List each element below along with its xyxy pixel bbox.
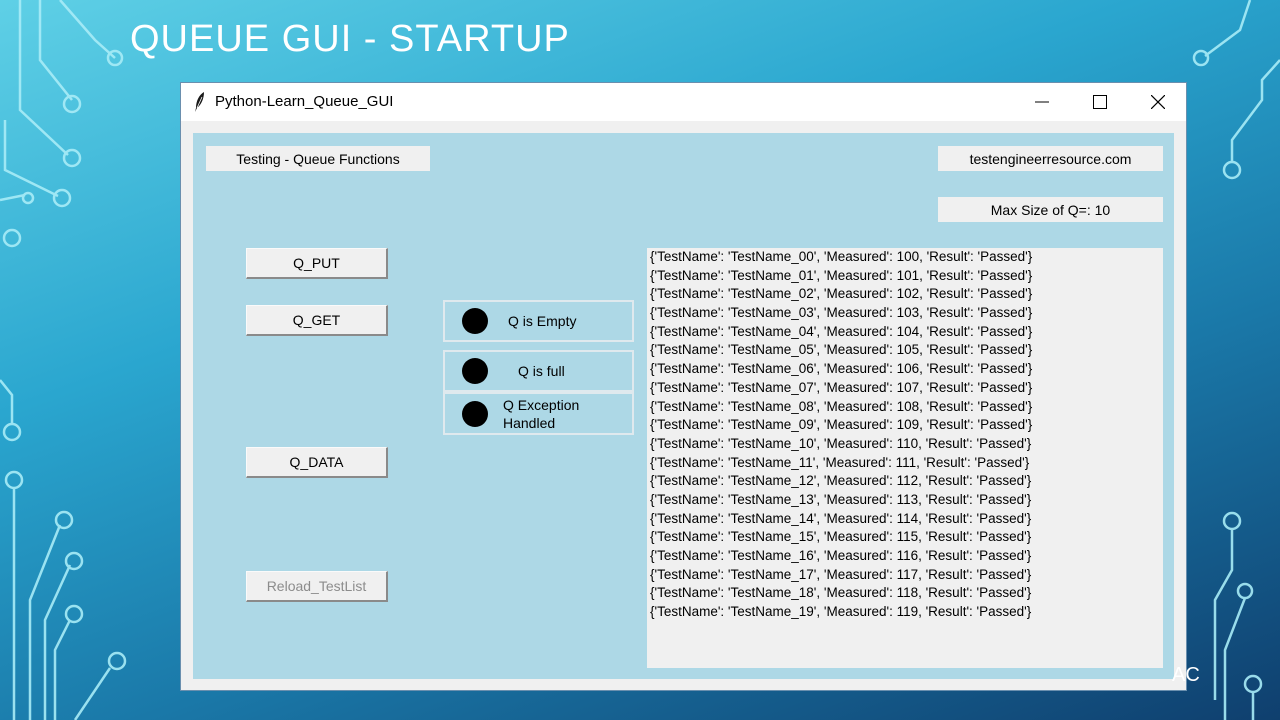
indicator-light	[462, 401, 488, 427]
queue-exception-line2: Handled	[503, 415, 556, 431]
queue-empty-indicator: Q is Empty	[443, 300, 634, 342]
queue-full-label: Q is full	[518, 363, 565, 379]
list-item[interactable]: {'TestName': 'TestName_03', 'Measured': …	[647, 304, 1163, 323]
list-item[interactable]: {'TestName': 'TestName_16', 'Measured': …	[647, 547, 1163, 566]
indicator-light	[462, 358, 488, 384]
list-item[interactable]: {'TestName': 'TestName_01', 'Measured': …	[647, 267, 1163, 286]
queue-exception-indicator: Q Exception Handled	[443, 392, 634, 435]
slide-title: QUEUE GUI - STARTUP	[130, 18, 570, 60]
queue-full-indicator: Q is full	[443, 350, 634, 392]
max-size-label: Max Size of Q=: 10	[938, 197, 1163, 222]
list-item[interactable]: {'TestName': 'TestName_15', 'Measured': …	[647, 528, 1163, 547]
q-put-button[interactable]: Q_PUT	[246, 248, 388, 279]
list-item[interactable]: {'TestName': 'TestName_06', 'Measured': …	[647, 360, 1163, 379]
list-item[interactable]: {'TestName': 'TestName_10', 'Measured': …	[647, 435, 1163, 454]
indicator-light	[462, 308, 488, 334]
reload-testlist-button[interactable]: Reload_TestList	[246, 571, 388, 602]
list-item[interactable]: {'TestName': 'TestName_05', 'Measured': …	[647, 341, 1163, 360]
list-item[interactable]: {'TestName': 'TestName_12', 'Measured': …	[647, 472, 1163, 491]
queue-exception-label: Q Exception Handled	[503, 396, 579, 432]
website-label: testengineerresource.com	[938, 146, 1163, 171]
test-data-listbox[interactable]: {'TestName': 'TestName_00', 'Measured': …	[647, 248, 1163, 668]
maximize-button[interactable]	[1071, 83, 1129, 121]
list-item[interactable]: {'TestName': 'TestName_09', 'Measured': …	[647, 416, 1163, 435]
queue-exception-line1: Q Exception	[503, 397, 580, 413]
list-item[interactable]: {'TestName': 'TestName_17', 'Measured': …	[647, 566, 1163, 585]
feather-icon	[195, 92, 204, 112]
list-item[interactable]: {'TestName': 'TestName_07', 'Measured': …	[647, 379, 1163, 398]
list-item[interactable]: {'TestName': 'TestName_04', 'Measured': …	[647, 323, 1163, 342]
testing-functions-label: Testing - Queue Functions	[206, 146, 430, 171]
close-button[interactable]	[1129, 83, 1187, 121]
window-titlebar[interactable]: Python-Learn_Queue_GUI	[181, 83, 1186, 121]
q-get-button[interactable]: Q_GET	[246, 305, 388, 336]
q-data-button[interactable]: Q_DATA	[246, 447, 388, 478]
close-icon	[1151, 95, 1165, 109]
list-item[interactable]: {'TestName': 'TestName_00', 'Measured': …	[647, 248, 1163, 267]
queue-empty-label: Q is Empty	[508, 313, 577, 329]
maximize-icon	[1093, 95, 1107, 109]
list-item[interactable]: {'TestName': 'TestName_02', 'Measured': …	[647, 285, 1163, 304]
window-title: Python-Learn_Queue_GUI	[215, 93, 394, 110]
list-item[interactable]: {'TestName': 'TestName_13', 'Measured': …	[647, 491, 1163, 510]
corner-mark: AC	[1172, 664, 1200, 686]
list-item[interactable]: {'TestName': 'TestName_14', 'Measured': …	[647, 510, 1163, 529]
list-item[interactable]: {'TestName': 'TestName_19', 'Measured': …	[647, 603, 1163, 622]
minimize-button[interactable]	[1013, 83, 1071, 121]
list-item[interactable]: {'TestName': 'TestName_08', 'Measured': …	[647, 398, 1163, 417]
app-window: Python-Learn_Queue_GUI Testing - Queue F…	[180, 82, 1187, 691]
client-area: Testing - Queue Functions testengineerre…	[193, 133, 1174, 679]
minimize-icon	[1035, 101, 1049, 103]
list-item[interactable]: {'TestName': 'TestName_18', 'Measured': …	[647, 584, 1163, 603]
list-item[interactable]: {'TestName': 'TestName_11', 'Measured': …	[647, 454, 1163, 473]
